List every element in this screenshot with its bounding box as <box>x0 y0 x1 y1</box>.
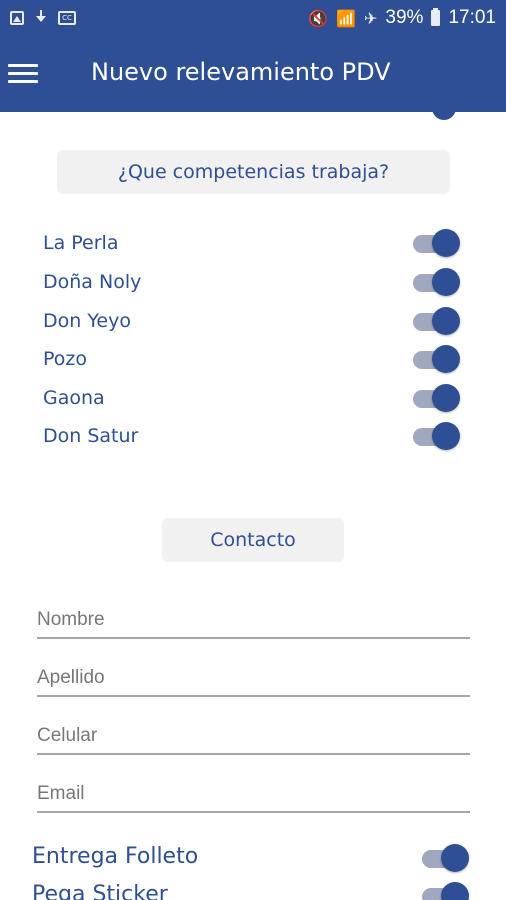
partial-toggle-knob[interactable] <box>432 100 456 120</box>
email-input[interactable] <box>37 769 470 813</box>
competencia-toggle[interactable] <box>413 229 461 257</box>
competencia-row-gaona: Gaona <box>43 379 463 417</box>
battery-icon <box>431 8 441 26</box>
image-icon <box>10 11 24 25</box>
competencia-row-dona-noly: Doña Noly <box>43 263 463 301</box>
wifi-icon: 📶 <box>336 8 357 28</box>
download-icon <box>34 10 48 26</box>
nombre-input[interactable] <box>37 595 470 639</box>
status-bar-notifications: CC <box>0 10 76 26</box>
email-field-wrap <box>37 769 470 813</box>
page-title: Nuevo relevamiento PDV <box>91 58 391 86</box>
pega-sticker-label: Pega Sticker <box>32 882 168 900</box>
competencia-label: Don Yeyo <box>43 310 131 332</box>
competencia-row-pozo: Pozo <box>43 340 463 378</box>
competencia-row-don-yeyo: Don Yeyo <box>43 302 463 340</box>
mute-icon: 🔇 <box>308 8 329 28</box>
battery-percent: 39% <box>385 7 424 28</box>
competencia-label: Pozo <box>43 348 88 370</box>
competencias-header-button[interactable]: ¿Que competencias trabaja? <box>57 150 450 194</box>
hamburger-icon[interactable] <box>8 64 38 84</box>
pega-sticker-toggle[interactable] <box>422 882 470 900</box>
apellido-input[interactable] <box>37 653 470 697</box>
competencia-toggle[interactable] <box>413 268 461 296</box>
app-bar: Nuevo relevamiento PDV <box>0 36 506 112</box>
competencia-row-don-satur: Don Satur <box>43 417 463 455</box>
celular-input[interactable] <box>37 711 470 755</box>
apellido-field-wrap <box>37 653 470 697</box>
competencia-label: Doña Noly <box>43 271 142 293</box>
nombre-field-wrap <box>37 595 470 639</box>
entrega-folleto-toggle[interactable] <box>422 844 470 872</box>
competencia-toggle[interactable] <box>413 307 461 335</box>
entrega-folleto-label: Entrega Folleto <box>32 844 199 869</box>
competencia-label: La Perla <box>43 232 119 254</box>
contacto-header-button[interactable]: Contacto <box>162 518 344 562</box>
competencia-label: Don Satur <box>43 425 139 447</box>
cc-icon: CC <box>58 11 76 25</box>
competencia-toggle[interactable] <box>413 422 461 450</box>
competencia-toggle[interactable] <box>413 384 461 412</box>
competencia-row-la-perla: La Perla <box>43 224 463 262</box>
airplane-icon: ✈ <box>364 8 378 28</box>
pega-sticker-row: Pega Sticker <box>32 878 472 900</box>
entrega-folleto-row: Entrega Folleto <box>32 840 472 876</box>
status-bar: CC 🔇 📶 ✈ 39% 17:01 <box>0 0 506 36</box>
clock: 17:01 <box>448 7 496 28</box>
competencia-toggle[interactable] <box>413 345 461 373</box>
celular-field-wrap <box>37 711 470 755</box>
status-bar-system: 🔇 📶 ✈ 39% 17:01 <box>308 0 496 36</box>
competencia-label: Gaona <box>43 387 105 409</box>
